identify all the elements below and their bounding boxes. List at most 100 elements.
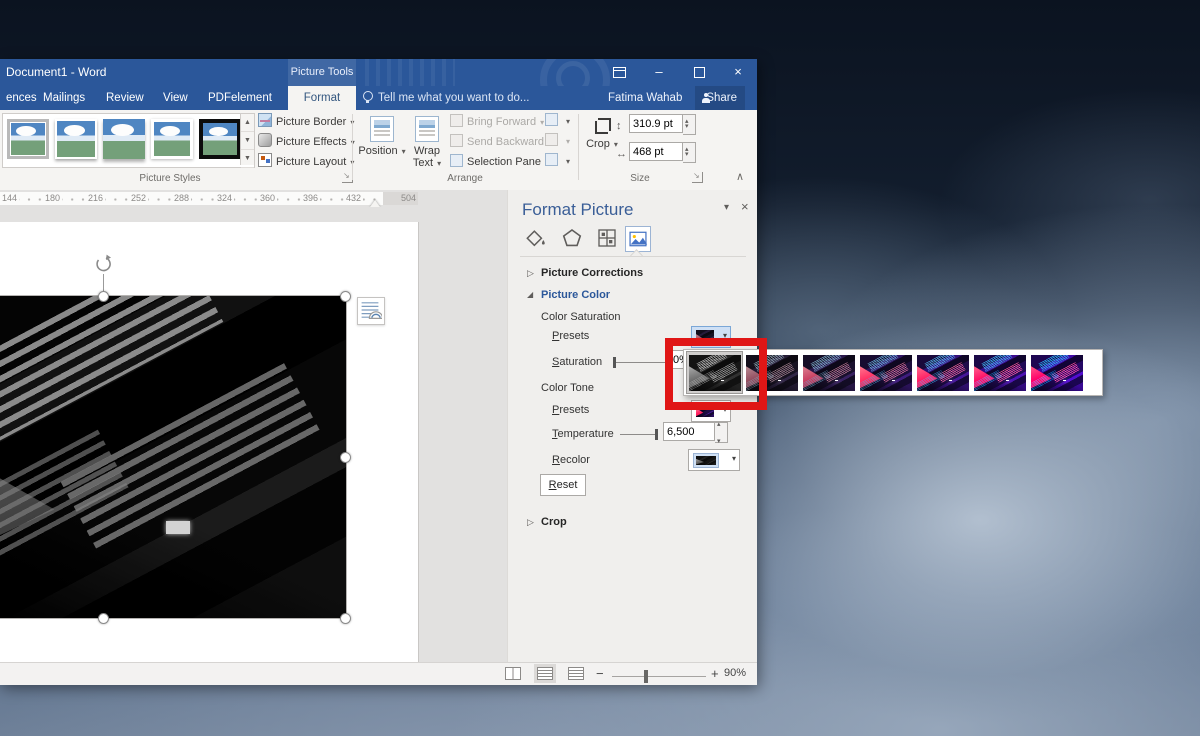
picture-style-thumb[interactable]: [103, 119, 145, 159]
tab-view[interactable]: View: [157, 86, 194, 110]
ruler-tick-label: 180: [43, 193, 62, 203]
saturation-preset-thumb[interactable]: [971, 351, 1028, 394]
section-crop[interactable]: Crop: [541, 516, 567, 528]
bring-forward-button: Bring Forward: [450, 112, 544, 132]
width-icon: ↔: [616, 148, 629, 161]
chevron-down-icon: ▾: [732, 454, 736, 463]
send-backward-button: Send Backward: [450, 132, 552, 152]
selection-handle-top-right[interactable]: [340, 291, 351, 302]
maximize-button[interactable]: [680, 59, 718, 86]
ruler-margin-zone: 504: [383, 192, 418, 205]
close-button[interactable]: ×: [719, 59, 757, 86]
gallery-scroll-up[interactable]: ▲: [241, 114, 254, 132]
ribbon-display-options-icon: [613, 67, 626, 78]
picture-styles-gallery: ▲ ▼ ▼: [2, 113, 255, 168]
ribbon-display-options-button[interactable]: [600, 59, 638, 86]
section-picture-color[interactable]: Picture Color: [541, 289, 610, 301]
share-button[interactable]: Share: [695, 86, 745, 110]
tab-mailings[interactable]: Mailings: [37, 86, 91, 110]
gallery-scroll-down[interactable]: ▼: [241, 132, 254, 150]
tab-pdfelement[interactable]: PDFelement: [202, 86, 278, 110]
rotate-handle[interactable]: [93, 254, 113, 274]
picture-tab-selected[interactable]: [625, 226, 651, 252]
zoom-slider-track[interactable]: [612, 676, 706, 677]
height-spinner[interactable]: [683, 114, 696, 135]
shape-width-field[interactable]: [629, 142, 683, 161]
tab-review[interactable]: Review: [100, 86, 150, 110]
pane-menu-arrow[interactable]: ▾: [724, 202, 729, 213]
tab-format-active[interactable]: Format: [288, 86, 356, 110]
zoom-in-button[interactable]: +: [711, 666, 719, 681]
temperature-spinner[interactable]: [715, 422, 728, 443]
account-name[interactable]: Fatima Wahab: [608, 86, 682, 110]
tone-presets-label: Presets: [552, 404, 589, 416]
shape-height-field[interactable]: [629, 114, 683, 133]
lightbulb-icon: [363, 91, 373, 101]
align-button[interactable]: [545, 112, 570, 131]
tell-me-box[interactable]: Tell me what you want to do...: [363, 86, 530, 110]
read-mode-button[interactable]: [505, 667, 521, 680]
reset-button[interactable]: Reset: [540, 474, 586, 496]
ruler-strip: 504 144180216252288324360396432: [0, 192, 418, 205]
selection-handle-bottom[interactable]: [98, 613, 109, 624]
collapsed-arrow-icon[interactable]: ▷: [527, 517, 534, 528]
document-page[interactable]: [0, 222, 419, 662]
fill-line-tab[interactable]: [524, 226, 548, 250]
group-button: [545, 132, 570, 151]
status-bar: − + 90%: [0, 662, 757, 685]
picture-style-thumb[interactable]: [55, 119, 97, 159]
collapsed-arrow-icon[interactable]: ▷: [527, 268, 534, 279]
position-button[interactable]: Position: [358, 114, 406, 176]
print-layout-button[interactable]: [537, 667, 553, 680]
color-saturation-label: Color Saturation: [541, 311, 621, 323]
selection-handle-right[interactable]: [340, 452, 351, 463]
wrap-text-icon: [415, 116, 439, 142]
zoom-out-button[interactable]: −: [596, 666, 604, 681]
collapse-ribbon-button[interactable]: ∧: [736, 170, 744, 183]
picture-style-thumb[interactable]: [7, 119, 49, 159]
minimize-button[interactable]: –: [640, 59, 678, 86]
selection-handle-top[interactable]: [98, 291, 109, 302]
picture-effects-button[interactable]: Picture Effects: [258, 132, 355, 152]
rotate-button[interactable]: [545, 152, 570, 171]
picture-layout-icon: [258, 153, 272, 167]
recolor-button[interactable]: ▾: [688, 449, 740, 471]
saturation-preset-thumb[interactable]: [857, 351, 914, 394]
saturation-preset-thumb[interactable]: [1028, 351, 1085, 394]
width-spinner[interactable]: [683, 142, 696, 163]
expanded-arrow-icon[interactable]: ◢: [527, 290, 533, 299]
crop-button[interactable]: Crop: [584, 114, 620, 176]
wrap-text-button[interactable]: Wrap Text: [406, 114, 448, 176]
color-tone-label: Color Tone: [541, 382, 594, 394]
indent-marker[interactable]: [370, 195, 380, 207]
horizontal-ruler: 504 144180216252288324360396432: [0, 190, 507, 207]
zoom-slider-handle[interactable]: [644, 670, 648, 683]
web-layout-button[interactable]: [568, 667, 584, 680]
effects-tab[interactable]: [560, 226, 584, 250]
temperature-value-field[interactable]: [663, 422, 715, 441]
saturation-preset-thumb[interactable]: [800, 351, 857, 394]
pane-close-icon[interactable]: ×: [741, 199, 749, 214]
size-dialog-launcher[interactable]: [692, 172, 703, 183]
temperature-slider-handle[interactable]: [655, 429, 658, 440]
saturation-slider-handle[interactable]: [613, 357, 616, 368]
saturation-preset-thumb[interactable]: [914, 351, 971, 394]
selected-picture[interactable]: [0, 296, 346, 618]
contextual-tab-header: Picture Tools: [288, 59, 356, 86]
picture-layout-button[interactable]: Picture Layout: [258, 152, 354, 172]
layout-options-button[interactable]: [357, 297, 385, 325]
zoom-level[interactable]: 90%: [724, 667, 746, 679]
gallery-more-button[interactable]: ▼: [241, 150, 254, 168]
selection-handle-bottom-right[interactable]: [340, 613, 351, 624]
picture-style-thumb-selected[interactable]: [199, 119, 241, 159]
layout-properties-tab[interactable]: [595, 226, 619, 250]
picture-border-button[interactable]: Picture Border: [258, 112, 354, 132]
section-picture-corrections[interactable]: Picture Corrections: [541, 267, 643, 279]
document-area: [0, 207, 507, 662]
ruler-tick-label: 252: [129, 193, 148, 203]
ruler-tick-label: 396: [301, 193, 320, 203]
selection-pane-button[interactable]: Selection Pane: [450, 152, 541, 172]
temperature-slider-track[interactable]: [620, 434, 658, 435]
picture-style-thumb[interactable]: [151, 119, 193, 159]
saturation-slider-track[interactable]: [613, 362, 669, 363]
